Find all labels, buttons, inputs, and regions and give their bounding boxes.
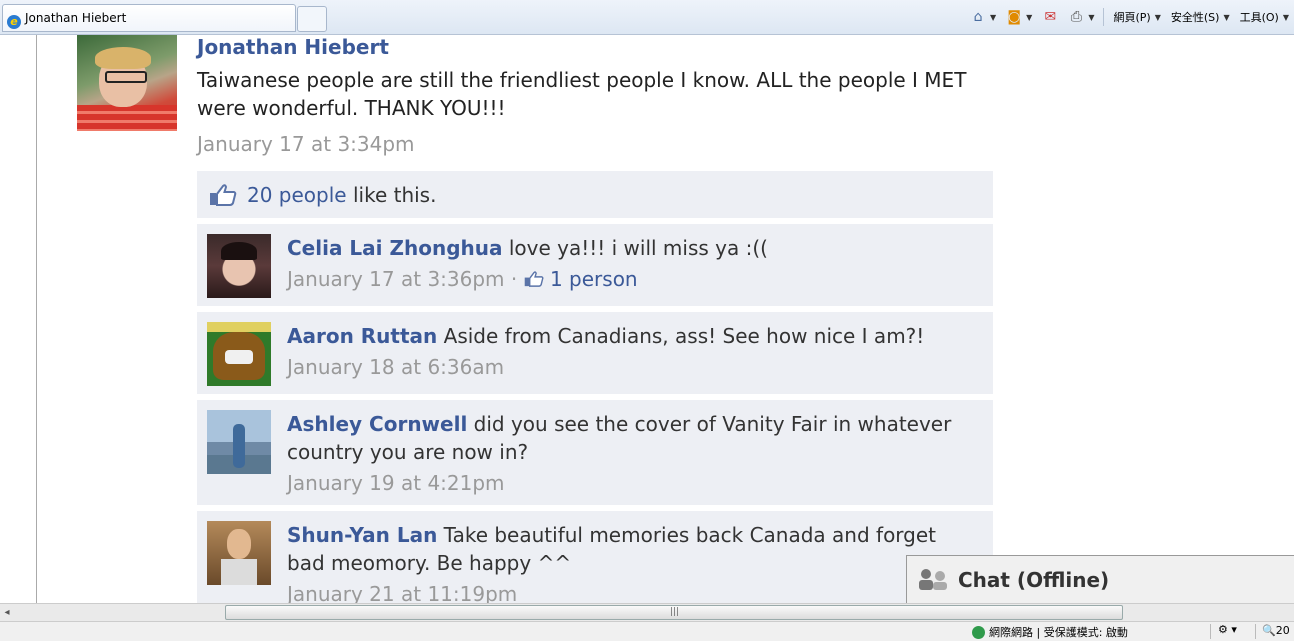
page-content: Jonathan Hiebert Taiwanese people are st… (0, 35, 1294, 603)
horizontal-scrollbar[interactable]: ◂ ||| (0, 603, 1294, 621)
chevron-down-icon[interactable]: ▼ (990, 13, 996, 22)
mail-icon: ✉ (1044, 9, 1057, 25)
thumbs-up-icon (524, 271, 544, 287)
tools-menu-label: 工具(O) (1239, 11, 1279, 24)
chevron-down-icon: ▼ (1223, 12, 1230, 22)
comment-body: Shun-Yan Lan Take beautiful memories bac… (287, 521, 977, 603)
status-bar: 網際網路 | 受保護模式: 啟動 ⚙ ▾ 🔍20 (0, 621, 1294, 641)
print-icon: ⎙ (1070, 9, 1082, 25)
comment-text: love ya!!! i will miss ya :(( (502, 236, 768, 260)
comment-text: Aside from Canadians, ass! See how nice … (437, 324, 925, 348)
browser-toolbar: e Jonathan Hiebert ⌂ ▼ ◙ ▼ ✉ ⎙ ▼ 網頁(P) ▼ 安全性(… (0, 0, 1294, 35)
commenter-avatar[interactable] (207, 234, 271, 298)
comment-body: Celia Lai Zhonghua love ya!!! i will mis… (287, 234, 977, 293)
meta-separator: · (504, 267, 524, 291)
comment-meta: January 18 at 6:36am (287, 353, 977, 381)
comment-meta: January 19 at 4:21pm (287, 469, 977, 497)
comment-item: Aaron Ruttan Aside from Canadians, ass! … (197, 312, 993, 394)
page-menu-label: 網頁(P) (1113, 11, 1151, 24)
feeds-button[interactable]: ◙ ▼ (1006, 9, 1032, 25)
home-icon: ⌂ (973, 9, 983, 25)
likes-suffix: like this. (346, 183, 437, 207)
comment-item: Celia Lai Zhonghua love ya!!! i will mis… (197, 224, 993, 306)
comment-item: Shun-Yan Lan Take beautiful memories bac… (197, 511, 993, 603)
avatar-face (227, 529, 251, 559)
rss-icon: ◙ (1007, 9, 1021, 25)
scroll-left-icon[interactable]: ◂ (0, 604, 14, 621)
browser-tab[interactable]: e Jonathan Hiebert (2, 4, 296, 32)
commenter-name[interactable]: Celia Lai Zhonghua (287, 236, 502, 260)
avatar-hair (95, 47, 151, 69)
zone-text: 網際網路 | 受保護模式: 啟動 (989, 626, 1128, 639)
avatar-face (225, 350, 253, 364)
new-tab-button[interactable] (297, 6, 327, 32)
zoom-value: 20 (1275, 624, 1290, 637)
comment-timestamp[interactable]: January 21 at 11:19pm (287, 582, 517, 603)
avatar-shirt (77, 105, 177, 131)
tab-title: Jonathan Hiebert (25, 11, 127, 25)
comment-timestamp[interactable]: January 17 at 3:36pm (287, 267, 505, 291)
commenter-name[interactable]: Ashley Cornwell (287, 412, 467, 436)
comment-meta: January 17 at 3:36pm · 1 person (287, 265, 977, 293)
avatar-hat (207, 322, 271, 332)
comment-item: Ashley Cornwell did you see the cover of… (197, 400, 993, 505)
print-button[interactable]: ⎙ ▼ (1068, 9, 1095, 25)
tools-menu[interactable]: 工具(O) ▼ (1240, 9, 1289, 25)
chat-label: Chat (Offline) (958, 568, 1110, 592)
settings-icon[interactable]: ⚙ ▾ (1218, 623, 1237, 636)
comment-timestamp[interactable]: January 18 at 6:36am (287, 355, 504, 379)
likes-bar: 20 people like this. (197, 171, 993, 218)
safety-menu-label: 安全性(S) (1170, 11, 1220, 24)
chat-bar[interactable]: Chat (Offline) (906, 555, 1294, 603)
comment-body: Aaron Ruttan Aside from Canadians, ass! … (287, 322, 977, 381)
toolbar-divider (1103, 8, 1105, 26)
status-divider (1210, 624, 1211, 639)
scrollbar-thumb[interactable]: ||| (225, 605, 1123, 620)
comment-meta: January 21 at 11:19pm (287, 580, 977, 603)
status-divider (1255, 624, 1256, 639)
comment-body: Ashley Cornwell did you see the cover of… (287, 410, 977, 497)
chat-users-icon (919, 569, 947, 590)
author-avatar[interactable] (77, 35, 177, 131)
column-divider (36, 35, 37, 603)
ie-logo-icon: e (7, 15, 21, 29)
avatar-body (221, 559, 257, 585)
thumbs-up-icon (210, 184, 237, 206)
grip-icon: ||| (670, 607, 680, 617)
avatar-glasses (105, 71, 147, 83)
page-menu[interactable]: 網頁(P) ▼ (1113, 9, 1160, 25)
comment-timestamp[interactable]: January 19 at 4:21pm (287, 471, 505, 495)
likes-text: 20 people like this. (247, 183, 436, 207)
home-button[interactable]: ⌂ ▼ (970, 9, 997, 25)
chevron-down-icon: ▼ (1282, 12, 1289, 22)
post-author-name[interactable]: Jonathan Hiebert (197, 35, 389, 59)
globe-icon (972, 625, 985, 639)
commenter-avatar[interactable] (207, 521, 271, 585)
commenter-avatar[interactable] (207, 322, 271, 386)
safety-menu[interactable]: 安全性(S) ▼ (1171, 9, 1230, 25)
chevron-down-icon[interactable]: ▼ (1026, 13, 1032, 22)
commenter-avatar[interactable] (207, 410, 271, 474)
avatar-figure (233, 424, 245, 468)
post-timestamp[interactable]: January 17 at 3:34pm (197, 132, 415, 156)
chevron-down-icon: ▼ (1154, 12, 1161, 22)
post-message: Taiwanese people are still the friendlie… (197, 68, 967, 120)
commenter-name[interactable]: Aaron Ruttan (287, 324, 437, 348)
commenter-name[interactable]: Shun-Yan Lan (287, 523, 437, 547)
chevron-down-icon[interactable]: ▼ (1088, 13, 1094, 22)
avatar-hair (221, 242, 257, 260)
zoom-level[interactable]: 🔍20 (1262, 624, 1290, 637)
security-zone[interactable]: 網際網路 | 受保護模式: 啟動 (972, 624, 1128, 640)
comment-like-link[interactable]: 1 person (550, 267, 638, 291)
command-bar: ⌂ ▼ ◙ ▼ ✉ ⎙ ▼ 網頁(P) ▼ 安全性(S) ▼ 工具(O) ▼ (965, 6, 1294, 28)
mail-button[interactable]: ✉ (1042, 9, 1058, 25)
likes-count-link[interactable]: 20 people (247, 183, 347, 207)
